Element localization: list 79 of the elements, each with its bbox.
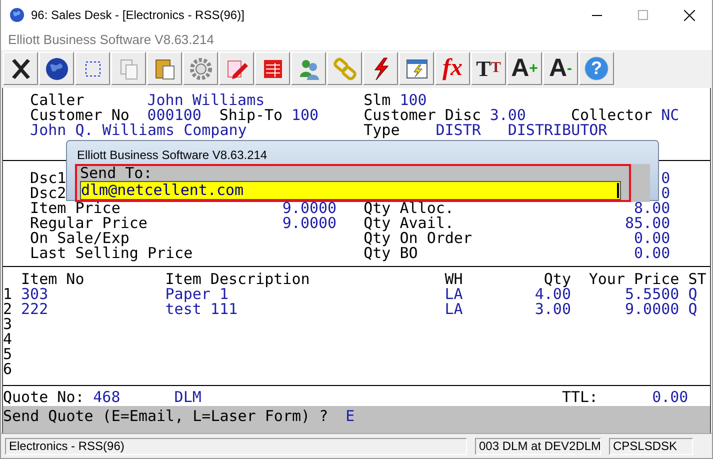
prompt-text: Send Quote (E=Email, L=Laser Form) ? bbox=[3, 409, 328, 424]
toolbar-button[interactable]: fx bbox=[435, 52, 470, 85]
field-value: DISTR bbox=[436, 123, 481, 138]
status-panel: 003 DLM at DEV2DLM bbox=[475, 438, 601, 454]
field-value: 0.00 bbox=[634, 231, 670, 246]
field-value: 0.00 bbox=[652, 390, 688, 405]
table-cell: 3.00 bbox=[534, 302, 571, 317]
column-header: Item No bbox=[21, 272, 84, 287]
globe-icon bbox=[9, 7, 25, 23]
field-value: 468 bbox=[93, 390, 120, 405]
table-cell: 222 bbox=[21, 302, 48, 317]
line-number: 1 bbox=[3, 287, 12, 302]
table-cell: 4.00 bbox=[534, 287, 571, 302]
field-label: Item Price bbox=[30, 201, 120, 216]
close-icon bbox=[684, 10, 694, 20]
field-label: Customer No bbox=[30, 108, 130, 123]
table-cell: Paper 1 bbox=[165, 287, 228, 302]
line-number: 4 bbox=[3, 332, 12, 347]
table-cell: Q bbox=[688, 302, 698, 317]
field-label: Collector bbox=[570, 108, 652, 123]
field-value: 100 bbox=[400, 93, 427, 108]
field-value: 9.0000 bbox=[282, 216, 337, 231]
column-header: Your Price bbox=[588, 272, 680, 287]
field-value: John Williams bbox=[147, 93, 265, 108]
field-label: Dsc1 bbox=[30, 171, 66, 186]
field-label: Qty Alloc. bbox=[364, 201, 454, 216]
company-name: John Q. Williams Company bbox=[30, 123, 247, 138]
field-label: Qty BO bbox=[364, 246, 418, 261]
field-label: TTL: bbox=[562, 390, 598, 405]
field-value: 3.00 bbox=[490, 108, 526, 123]
field-value: DLM bbox=[174, 390, 202, 405]
table-cell: 303 bbox=[21, 287, 48, 302]
line-number: 6 bbox=[3, 362, 12, 377]
table-cell: 9.0000 bbox=[624, 302, 680, 317]
line-number: 5 bbox=[3, 347, 12, 362]
column-header: WH bbox=[444, 272, 463, 287]
app-subtitle: Elliott Business Software V8.63.214 bbox=[7, 31, 215, 49]
field-label: Last Selling Price bbox=[30, 246, 193, 261]
text-cursor bbox=[617, 183, 619, 198]
window-title: 96: Sales Desk - [Electronics - RSS(96)] bbox=[31, 8, 244, 22]
email-field[interactable]: dlm@netcellent.com bbox=[80, 181, 621, 200]
field-label: Quote No: bbox=[3, 390, 84, 405]
field-value: 0 bbox=[661, 171, 670, 186]
field-label: Caller bbox=[30, 93, 84, 108]
field-value: 0.00 bbox=[634, 246, 670, 261]
prompt-answer: E bbox=[346, 409, 355, 424]
field-value: 000100 bbox=[147, 108, 202, 123]
table-cell: Q bbox=[688, 287, 698, 302]
status-panel: CPSLSDSK bbox=[609, 438, 693, 454]
field-value: NC bbox=[661, 108, 680, 123]
field-label: On Sale/Exp bbox=[30, 231, 130, 246]
table-cell: test 111 bbox=[165, 302, 238, 317]
field-label: Dsc2 bbox=[30, 186, 66, 201]
field-label: Customer Disc bbox=[364, 108, 482, 123]
field-value: 9.0000 bbox=[282, 201, 337, 216]
table-cell: 5.5500 bbox=[624, 287, 680, 302]
column-header: Item Description bbox=[165, 272, 310, 287]
dialog-title: Elliott Business Software V8.63.214 bbox=[76, 147, 268, 164]
field-label: Qty On Order bbox=[364, 231, 472, 246]
field-value: 8.00 bbox=[634, 201, 670, 216]
column-header: ST bbox=[688, 272, 706, 287]
table-cell: LA bbox=[444, 287, 463, 302]
field-value: 0 bbox=[661, 186, 670, 201]
toolbar-button[interactable]: ? bbox=[579, 52, 614, 85]
status-panel: Electronics - RSS(96) bbox=[5, 438, 467, 454]
table-cell: LA bbox=[444, 302, 463, 317]
field-label: Regular Price bbox=[30, 216, 148, 231]
field-value: DISTRIBUTOR bbox=[508, 123, 608, 138]
field-label: Ship-To bbox=[219, 108, 283, 123]
field-value: 85.00 bbox=[625, 216, 670, 231]
field-label: Qty Avail. bbox=[364, 216, 454, 231]
maximize-icon bbox=[638, 10, 648, 20]
field-label: Send To: bbox=[80, 166, 154, 181]
line-number: 2 bbox=[3, 302, 12, 317]
field-label: Type bbox=[364, 123, 400, 138]
column-header: Qty bbox=[544, 272, 571, 287]
field-value: 100 bbox=[292, 108, 319, 123]
line-number: 3 bbox=[3, 317, 12, 332]
field-label: Slm bbox=[364, 93, 391, 108]
